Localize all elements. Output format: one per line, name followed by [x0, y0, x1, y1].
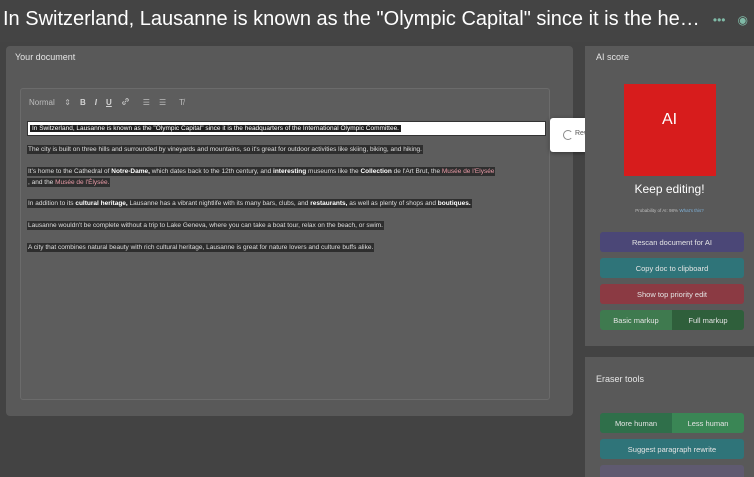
- p4-text-b: cultural: [75, 200, 99, 207]
- partial-tool-button[interactable]: [600, 465, 744, 477]
- ai-score-label: AI score: [596, 52, 630, 62]
- p3-text-j: Musée de l'Élysée.: [55, 179, 110, 186]
- rescan-button[interactable]: Rescan document for AI: [600, 232, 744, 252]
- score-status: Keep editing!: [634, 182, 705, 196]
- p3-text-d: interesting: [273, 168, 307, 175]
- p3-text-h: Musée de l'Elysée: [441, 168, 495, 175]
- p4-text-g: as well as plenty of shops and: [347, 200, 438, 207]
- paragraph-6-text: A city that combines natural beauty with…: [27, 243, 375, 252]
- clear-format-button[interactable]: T̸: [179, 98, 184, 107]
- document-label: Your document: [15, 52, 76, 62]
- p4-text-d: heritage,: [100, 200, 128, 207]
- bullet-list-button[interactable]: ☰: [159, 98, 166, 107]
- paragraph-5: Lausanne wouldn't be complete without a …: [27, 220, 384, 231]
- paragraph-5-text: Lausanne wouldn't be complete without a …: [27, 221, 384, 230]
- ai-probability-text: Probability of AI: 98%: [635, 208, 679, 213]
- p4-text-a: In addition to its: [28, 200, 76, 207]
- p3-text-i: , and the: [28, 179, 56, 186]
- selected-sentence[interactable]: In Switzerland, Lausanne is known as the…: [27, 121, 546, 136]
- paragraph-6: A city that combines natural beauty with…: [27, 242, 375, 253]
- p3-text-b: Notre-Dame,: [111, 168, 150, 175]
- p3-text-g: de l'Art Brut, the: [391, 168, 442, 175]
- suggest-rewrite-button[interactable]: Suggest paragraph rewrite: [600, 439, 744, 459]
- p3-text-e: museums like the: [306, 168, 361, 175]
- paragraph-2: The city is built on three hills and sur…: [27, 144, 423, 155]
- p3-text-a: It's home to the Cathedral of: [28, 168, 112, 175]
- format-select[interactable]: Normal ⇕: [29, 98, 71, 107]
- ai-probability: Probability of AI: 98% What's this?: [585, 208, 754, 213]
- full-markup-button[interactable]: Full markup: [672, 310, 744, 330]
- p4-text-h: boutiques.: [437, 200, 471, 207]
- page-title: In Switzerland, Lausanne is known as the…: [3, 8, 703, 30]
- bold-button[interactable]: B: [80, 98, 86, 107]
- p3-text-f: Collection: [360, 168, 392, 175]
- ai-score-text: AI: [662, 111, 678, 128]
- basic-markup-button[interactable]: Basic markup: [600, 310, 672, 330]
- copy-doc-button[interactable]: Copy doc to clipboard: [600, 258, 744, 278]
- editor-toolbar: Normal ⇕ B I U ☰ ☰ T̸: [29, 97, 184, 108]
- document-panel: Your document Normal ⇕ B I U ☰ ☰ T̸ In S…: [6, 46, 573, 416]
- more-human-button[interactable]: More human: [600, 413, 672, 433]
- whats-this-link[interactable]: What's this?: [679, 208, 703, 213]
- loading-spinner-icon: [563, 130, 573, 140]
- title-bar: In Switzerland, Lausanne is known as the…: [0, 0, 754, 42]
- format-select-value: Normal: [29, 98, 55, 107]
- priority-edit-button[interactable]: Show top priority edit: [600, 284, 744, 304]
- more-options-icon[interactable]: •••: [713, 14, 726, 26]
- paragraph-2-text: The city is built on three hills and sur…: [27, 145, 423, 154]
- less-human-button[interactable]: Less human: [672, 413, 744, 433]
- p4-text-e: Lausanne has a vibrant nightlife with it…: [127, 200, 311, 207]
- select-arrow-icon: ⇕: [64, 98, 71, 107]
- p3-text-c: which dates back to the 12th century, an…: [149, 168, 274, 175]
- paragraph-3: It's home to the Cathedral of Notre-Dame…: [27, 166, 496, 188]
- link-icon[interactable]: [121, 97, 130, 108]
- first-sentence-text: In Switzerland, Lausanne is known as the…: [30, 125, 401, 132]
- eraser-tools-label: Eraser tools: [596, 374, 645, 384]
- p4-text-f: restaurants,: [310, 200, 348, 207]
- paragraph-4: In addition to its cultural heritage, La…: [27, 198, 472, 209]
- italic-button[interactable]: I: [95, 98, 97, 107]
- status-circle-icon[interactable]: ◉: [738, 14, 748, 26]
- document-editor[interactable]: Normal ⇕ B I U ☰ ☰ T̸ In Switzerland, La…: [20, 88, 550, 400]
- ordered-list-button[interactable]: ☰: [143, 98, 150, 107]
- ai-score-box: AI: [624, 84, 716, 176]
- underline-button[interactable]: U: [106, 98, 112, 107]
